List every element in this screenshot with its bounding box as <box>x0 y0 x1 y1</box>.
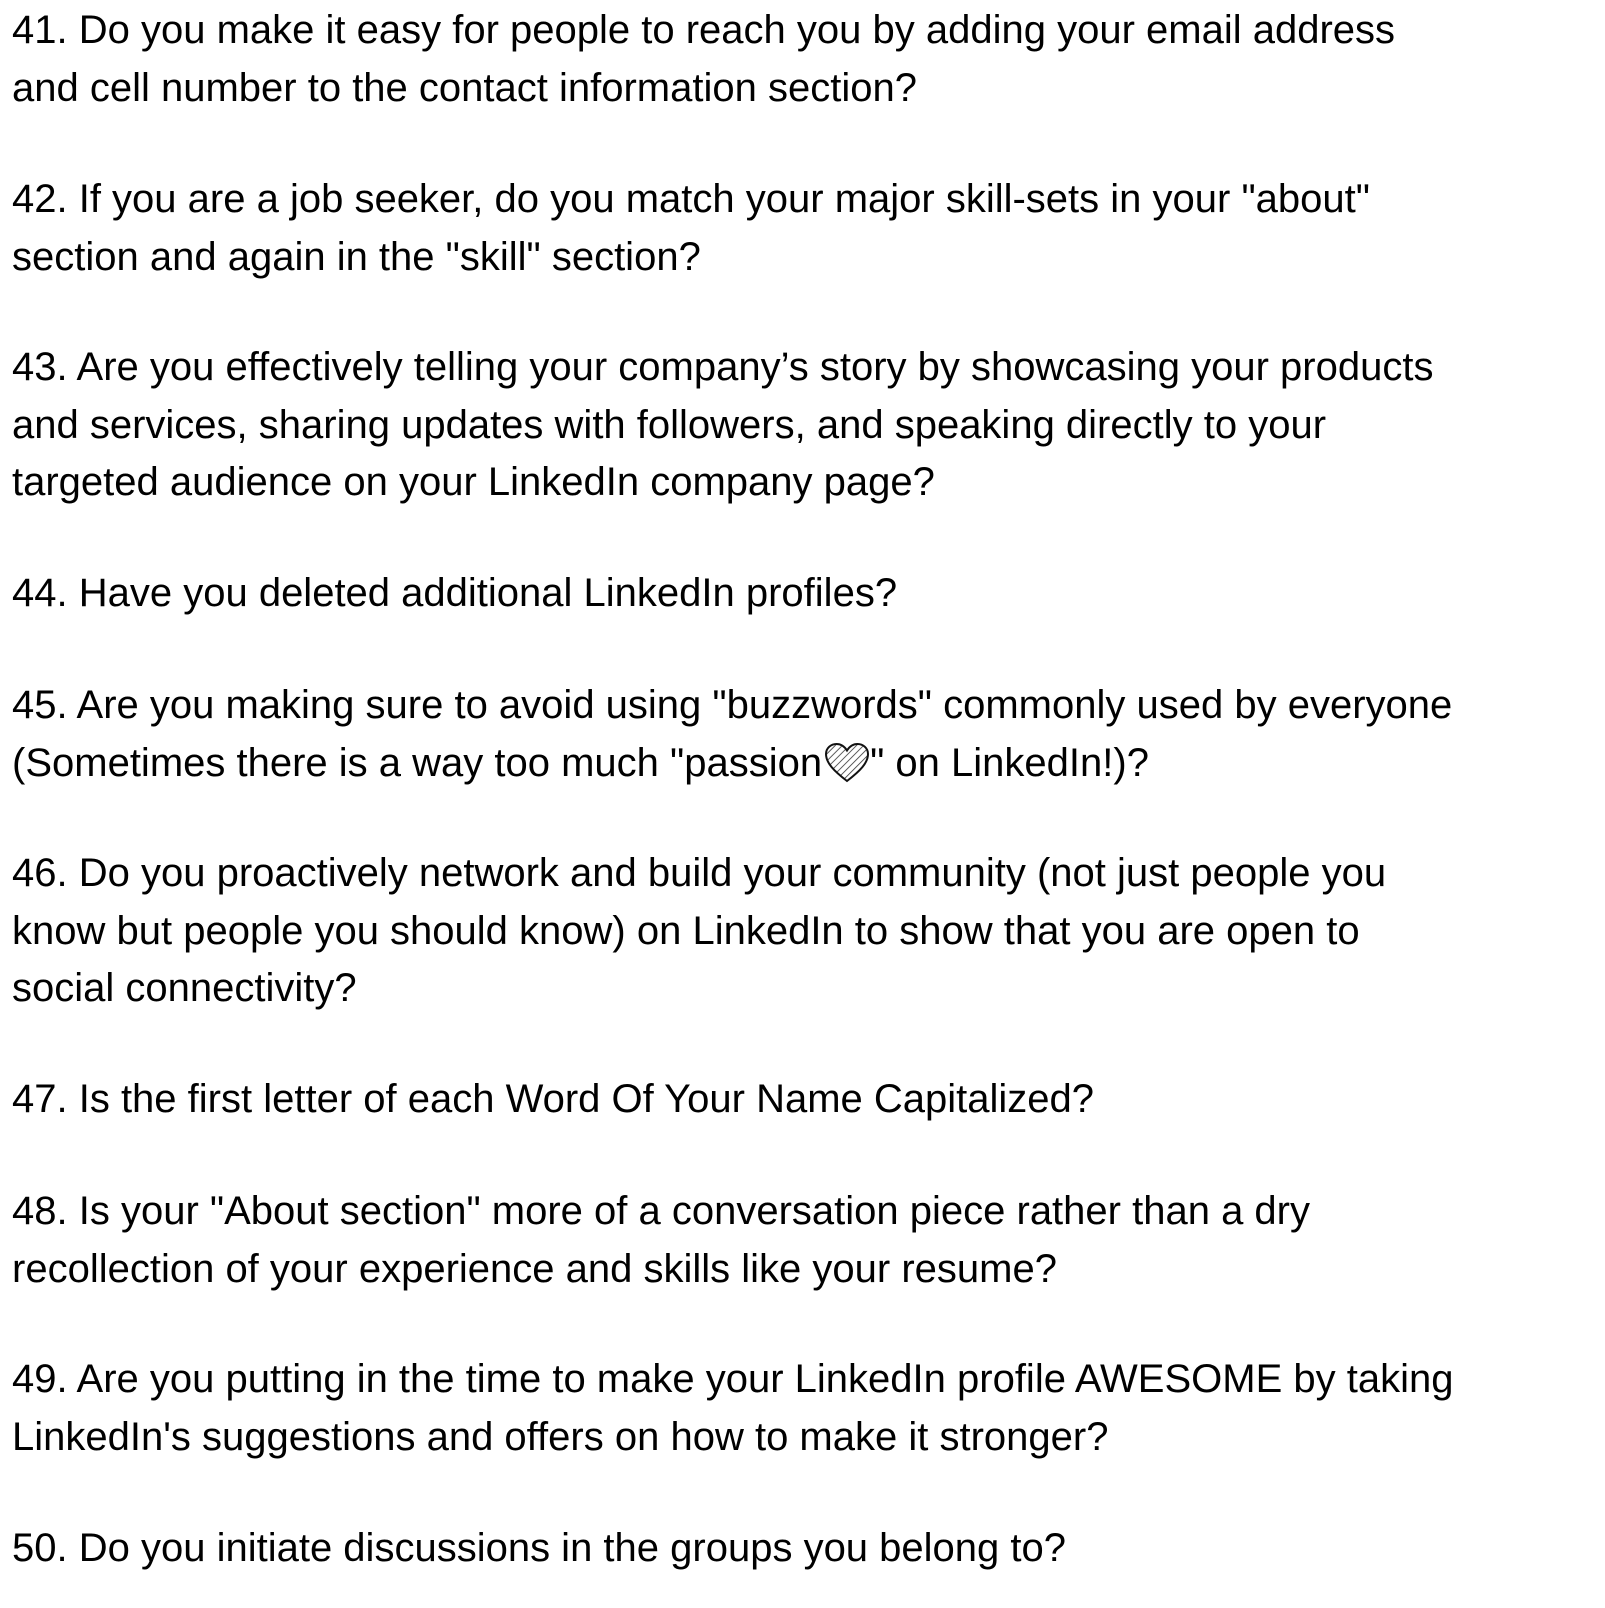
question-line: know but people you should know) on Link… <box>12 908 1360 953</box>
question-line: (Sometimes there is a way too much "pass… <box>12 735 1602 793</box>
document-page: 41. Do you make it easy for people to re… <box>0 0 1605 1608</box>
question-line: 45. Are you making sure to avoid using "… <box>12 683 1453 727</box>
question-line: 48. Is your "About section" more of a co… <box>12 1189 1310 1233</box>
question-text-after-icon: " on LinkedIn!)? <box>870 740 1149 785</box>
question-47: 47. Is the first letter of each Word Of … <box>12 1071 1602 1129</box>
question-line: 49. Are you putting in the time to make … <box>12 1357 1454 1401</box>
question-line: 41. Do you make it easy for people to re… <box>12 8 1396 52</box>
question-line: and cell number to the contact informati… <box>12 65 917 110</box>
question-43: 43. Are you effectively telling your com… <box>12 339 1602 512</box>
question-44: 44. Have you deleted additional LinkedIn… <box>12 565 1602 623</box>
question-42: 42. If you are a job seeker, do you matc… <box>12 171 1602 286</box>
question-line: 44. Have you deleted additional LinkedIn… <box>12 571 898 615</box>
question-46: 46. Do you proactively network and build… <box>12 845 1602 1018</box>
question-41: 41. Do you make it easy for people to re… <box>12 2 1602 117</box>
question-line: targeted audience on your LinkedIn compa… <box>12 460 935 504</box>
question-line: LinkedIn's suggestions and offers on how… <box>12 1414 1109 1459</box>
question-line: 46. Do you proactively network and build… <box>12 851 1387 895</box>
question-line: and services, sharing updates with follo… <box>12 402 1327 447</box>
question-line: social connectivity? <box>12 966 357 1010</box>
question-line: 43. Are you effectively telling your com… <box>12 345 1434 389</box>
question-50: 50. Do you initiate discussions in the g… <box>12 1520 1602 1578</box>
question-line: recollection of your experience and skil… <box>12 1246 1057 1291</box>
question-49: 49. Are you putting in the time to make … <box>12 1351 1602 1466</box>
question-line: section and again in the "skill" section… <box>12 234 701 279</box>
question-line: 50. Do you initiate discussions in the g… <box>12 1526 1067 1570</box>
question-45: 45. Are you making sure to avoid using "… <box>12 677 1602 792</box>
question-48: 48. Is your "About section" more of a co… <box>12 1183 1602 1298</box>
question-line: 47. Is the first letter of each Word Of … <box>12 1077 1095 1121</box>
heart-icon <box>825 742 870 782</box>
question-line: 42. If you are a job seeker, do you matc… <box>12 177 1370 221</box>
question-text-before-icon: (Sometimes there is a way too much "pass… <box>12 740 823 785</box>
